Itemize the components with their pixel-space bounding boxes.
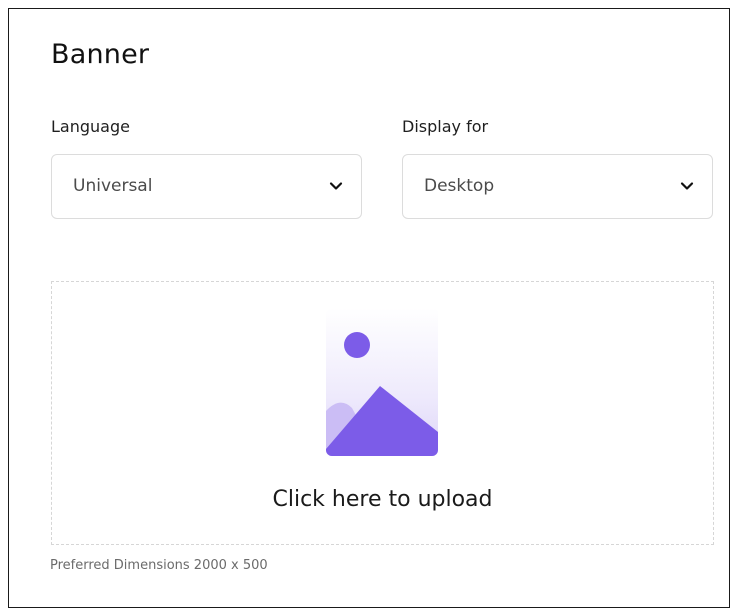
display-for-label: Display for bbox=[402, 117, 489, 136]
upload-label: Click here to upload bbox=[272, 487, 493, 512]
display-for-select-value: Desktop bbox=[424, 176, 495, 196]
language-select-value: Universal bbox=[73, 176, 153, 196]
image-upload-dropzone[interactable]: Click here to upload bbox=[51, 281, 714, 545]
chevron-down-icon bbox=[329, 182, 343, 190]
image-upload-icon bbox=[326, 308, 438, 456]
display-for-select[interactable]: Desktop bbox=[402, 154, 713, 219]
language-select[interactable]: Universal bbox=[51, 154, 362, 219]
banner-panel: Banner Language Display for Universal De… bbox=[8, 8, 730, 608]
preferred-dimensions-hint: Preferred Dimensions 2000 x 500 bbox=[50, 558, 268, 573]
chevron-down-icon bbox=[680, 182, 694, 190]
panel-title: Banner bbox=[51, 39, 150, 70]
language-label: Language bbox=[51, 117, 130, 136]
